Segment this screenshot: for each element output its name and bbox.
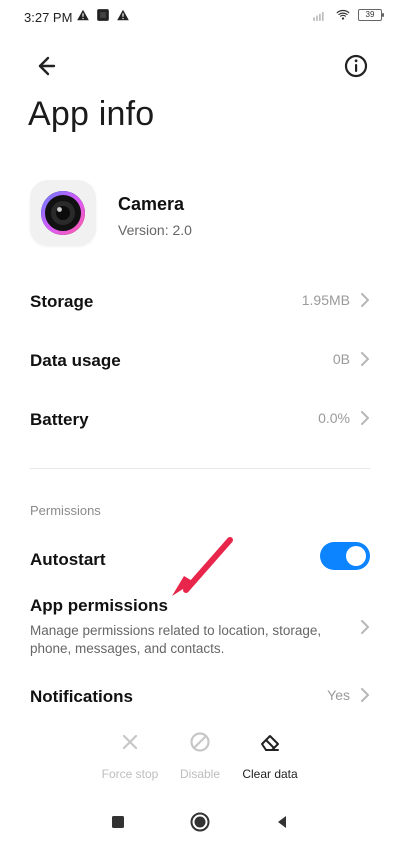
alert-triangle-icon: [117, 9, 129, 21]
chevron-right-icon: [361, 293, 369, 307]
camera-app-icon: [41, 191, 85, 235]
battery-value: 0.0%: [318, 410, 350, 426]
chevron-right-icon: [361, 620, 369, 634]
app-notification-icon: [97, 9, 109, 21]
notifications-value: Yes: [327, 687, 350, 703]
app-icon: [30, 180, 96, 246]
app-header: Camera Version: 2.0: [30, 180, 370, 250]
data-usage-row[interactable]: Data usage 0B: [30, 337, 370, 385]
chevron-right-icon: [361, 411, 369, 425]
bottom-actions: Force stop Disable Clear data: [0, 730, 400, 790]
notifications-row[interactable]: Notifications Yes: [30, 673, 370, 721]
app-permissions-description: Manage permissions related to location, …: [30, 623, 322, 656]
app-permissions-row[interactable]: App permissions Manage permissions relat…: [30, 596, 370, 662]
status-right: 39: [310, 8, 384, 22]
wifi-icon: [336, 9, 350, 20]
app-name: Camera: [118, 194, 185, 214]
data-usage-label: Data usage: [30, 351, 121, 370]
info-icon[interactable]: [340, 50, 372, 82]
storage-right: 1.95MB: [302, 292, 370, 308]
battery-row[interactable]: Battery 0.0%: [30, 396, 370, 444]
section-divider: [30, 468, 370, 469]
storage-row[interactable]: Storage 1.95MB: [30, 278, 370, 326]
recent-apps-icon[interactable]: [106, 810, 130, 834]
system-nav-bar: [0, 800, 400, 844]
back-nav-icon[interactable]: [270, 810, 294, 834]
status-left-icons: [76, 8, 130, 22]
storage-value: 1.95MB: [301, 292, 350, 308]
notifications-right: Yes: [327, 687, 370, 703]
data-usage-right: 0B: [333, 351, 370, 367]
toggle-knob: [346, 546, 366, 566]
battery-text: 39: [365, 10, 375, 19]
clear-data-label: Clear data: [242, 767, 298, 781]
eraser-icon: [261, 735, 279, 751]
home-icon[interactable]: [188, 810, 212, 834]
battery-right: 0.0%: [318, 410, 370, 426]
page-title: App info: [28, 95, 155, 133]
top-bar: [0, 44, 400, 88]
close-icon: [122, 734, 138, 750]
back-icon[interactable]: [28, 50, 60, 82]
battery-indicator: 39: [358, 9, 384, 21]
chevron-right-icon: [361, 688, 369, 702]
data-usage-value: 0B: [332, 351, 350, 367]
autostart-toggle[interactable]: [320, 542, 370, 570]
notifications-label: Notifications: [30, 687, 133, 706]
storage-label: Storage: [30, 292, 94, 311]
signal-icon: [313, 12, 324, 21]
app-permissions-title: App permissions: [30, 596, 168, 615]
permissions-section-title: Permissions: [30, 503, 101, 518]
app-version: Version: 2.0: [118, 222, 192, 238]
chevron-right-icon: [361, 352, 369, 366]
battery-label: Battery: [30, 410, 89, 429]
annotation-arrow-icon: [172, 537, 233, 596]
block-icon: [190, 732, 210, 752]
clear-data-button[interactable]: Clear data: [225, 730, 315, 790]
autostart-label: Autostart: [30, 550, 106, 569]
status-time: 3:27 PM: [24, 10, 73, 25]
status-bar: 3:27 PM 39: [0, 0, 400, 36]
alert-triangle-icon: [77, 9, 89, 21]
